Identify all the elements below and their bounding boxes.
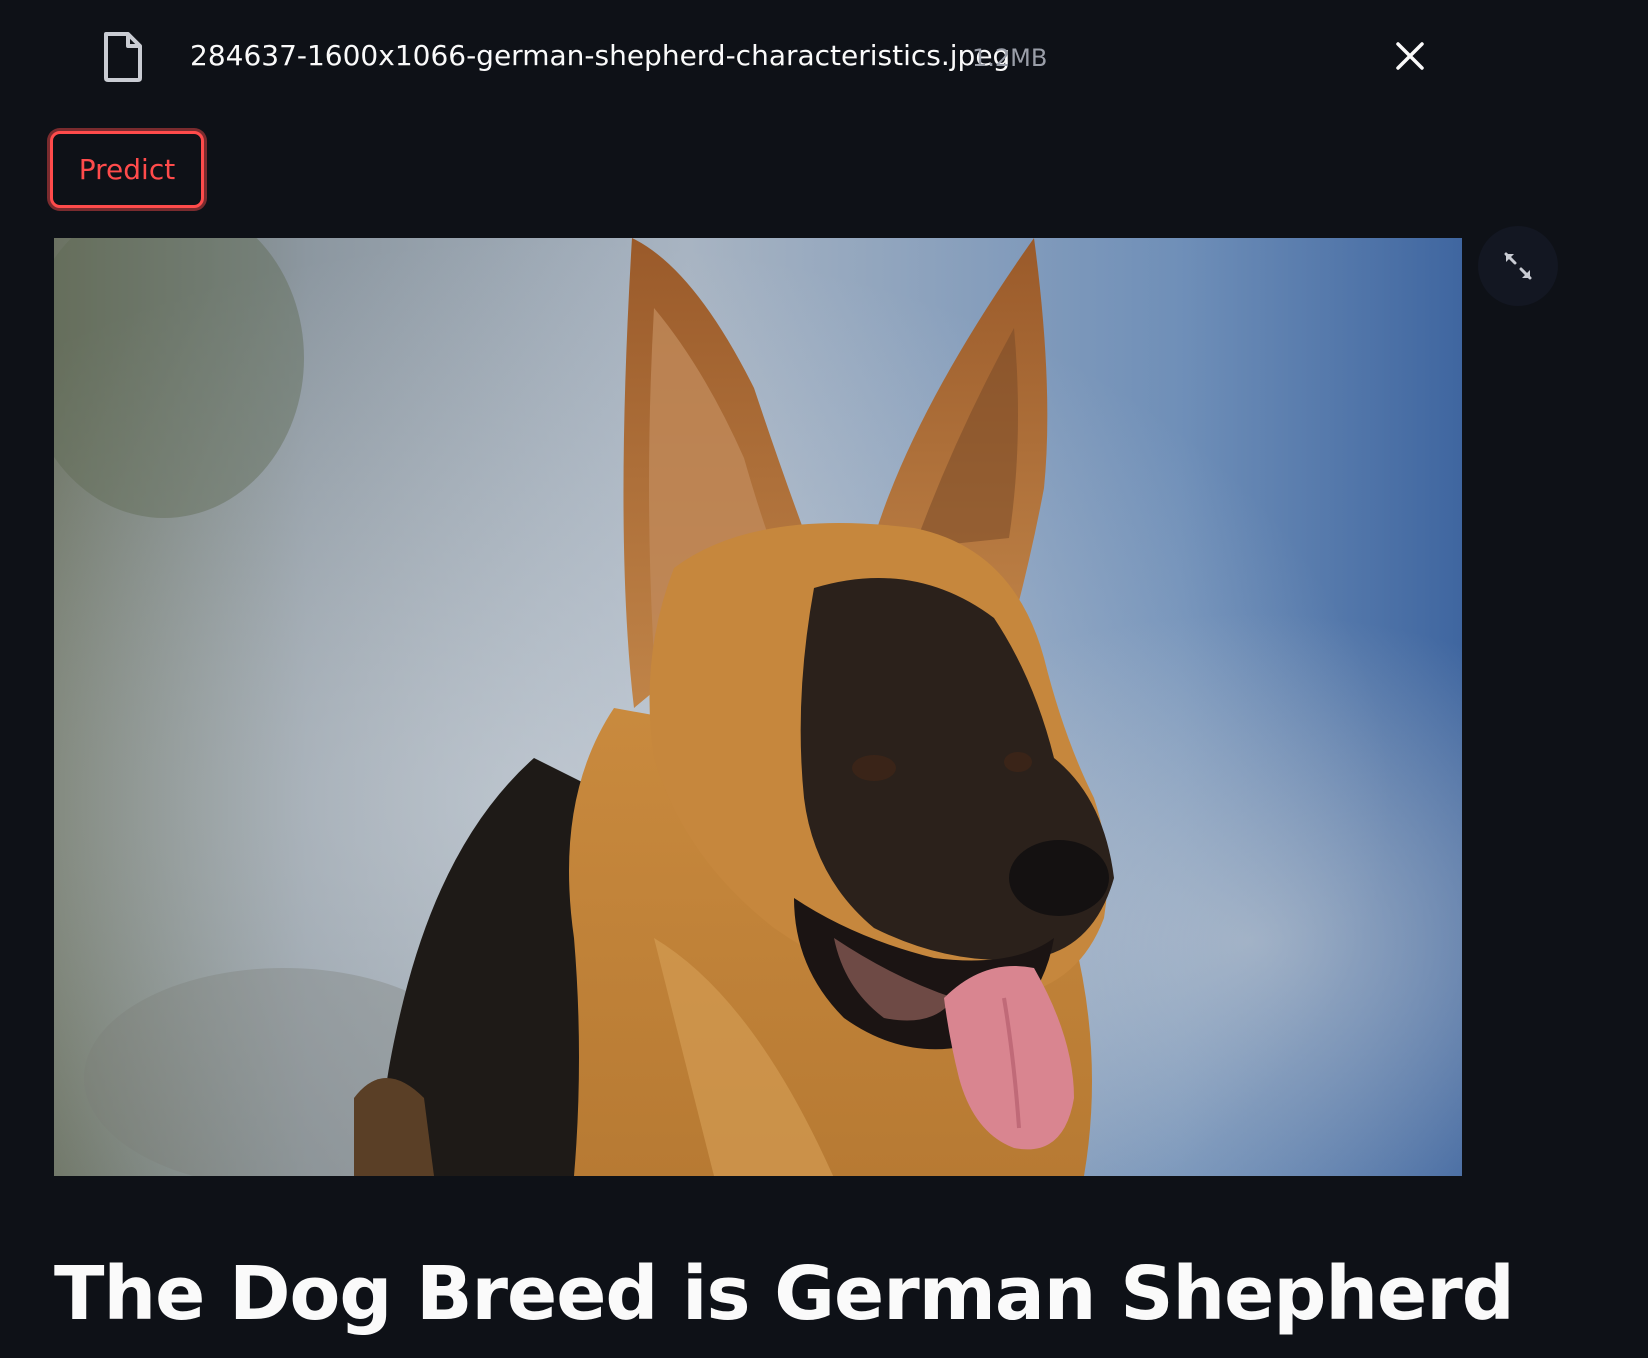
expand-icon bbox=[1504, 252, 1532, 280]
file-icon bbox=[100, 30, 146, 84]
close-icon bbox=[1396, 42, 1424, 70]
uploaded-file-row: 284637-1600x1066-german-shepherd-charact… bbox=[0, 0, 1648, 110]
predict-button[interactable]: Predict bbox=[50, 131, 204, 208]
file-name: 284637-1600x1066-german-shepherd-charact… bbox=[190, 39, 1011, 72]
fullscreen-button[interactable] bbox=[1478, 226, 1558, 306]
remove-file-button[interactable] bbox=[1388, 34, 1432, 78]
file-size: 1.2MB bbox=[972, 44, 1048, 72]
prediction-result-heading: The Dog Breed is German Shepherd bbox=[54, 1251, 1515, 1337]
uploaded-dog-image bbox=[54, 238, 1462, 1176]
